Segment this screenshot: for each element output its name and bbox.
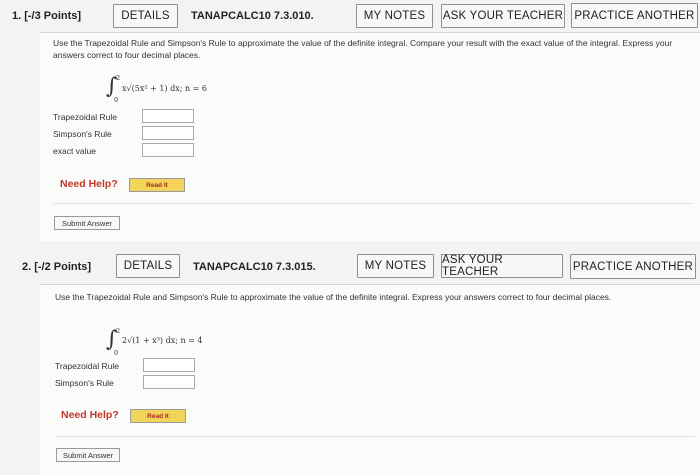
practice-another-button[interactable]: PRACTICE ANOTHER [570, 254, 696, 279]
question-2-panel [40, 284, 700, 475]
divider [53, 203, 693, 204]
ask-your-teacher-button[interactable]: ASK YOUR TEACHER [441, 254, 563, 278]
need-help-label: Need Help? [61, 409, 119, 421]
integrand: x√(5x² + 1) dx; n = 6 [122, 84, 207, 93]
trapezoidal-rule-label: Trapezoidal Rule [53, 112, 117, 122]
submit-answer-button[interactable]: Submit Answer [56, 448, 120, 462]
my-notes-button[interactable]: MY NOTES [356, 4, 433, 28]
read-it-button[interactable]: Read It [130, 409, 186, 423]
practice-another-button[interactable]: PRACTICE ANOTHER [571, 3, 698, 28]
question-2-header: 2. [-/2 Points] [22, 261, 92, 273]
integral-lower-limit: 0 [114, 96, 119, 104]
details-button[interactable]: DETAILS [113, 4, 178, 28]
exact-value-input[interactable] [142, 143, 194, 157]
submit-answer-button[interactable]: Submit Answer [54, 216, 120, 230]
simpsons-rule-input[interactable] [142, 126, 194, 140]
question-prompt: Use the Trapezoidal Rule and Simpson's R… [55, 292, 612, 302]
question-code: TANAPCALC10 7.3.015. [193, 261, 316, 273]
integrand: 2√(1 + x³) dx; n = 4 [122, 336, 203, 345]
simpsons-rule-input[interactable] [143, 375, 195, 389]
trapezoidal-rule-label: Trapezoidal Rule [55, 361, 119, 371]
divider [55, 436, 695, 437]
read-it-button[interactable]: Read It [129, 178, 185, 192]
question-1-panel [40, 32, 700, 241]
my-notes-button[interactable]: MY NOTES [357, 254, 434, 278]
question-code: TANAPCALC10 7.3.010. [191, 10, 314, 22]
question-prompt: Use the Trapezoidal Rule and Simpson's R… [53, 38, 673, 60]
trapezoidal-rule-input[interactable] [142, 109, 194, 123]
integral-expression: ∫ 2 0 2√(1 + x³) dx; n = 4 [106, 325, 246, 359]
trapezoidal-rule-input[interactable] [143, 358, 195, 372]
exact-value-label: exact value [53, 146, 96, 156]
simpsons-rule-label: Simpson's Rule [53, 129, 112, 139]
integral-expression: ∫ 2 0 x√(5x² + 1) dx; n = 6 [106, 72, 246, 106]
integral-upper-limit: 2 [116, 327, 121, 335]
question-1-header: 1. [-/3 Points] [12, 10, 82, 22]
integral-lower-limit: 0 [114, 349, 119, 357]
integral-upper-limit: 2 [116, 74, 121, 82]
need-help-label: Need Help? [60, 178, 118, 190]
details-button[interactable]: DETAILS [116, 254, 180, 278]
simpsons-rule-label: Simpson's Rule [55, 378, 114, 388]
ask-your-teacher-button[interactable]: ASK YOUR TEACHER [441, 4, 565, 28]
